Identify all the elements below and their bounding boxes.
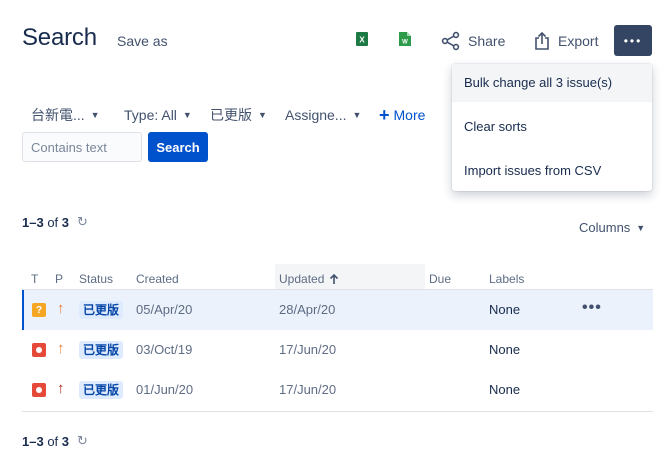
- priority-medium-icon: ↑: [57, 340, 65, 357]
- excel-icon[interactable]: X: [355, 31, 369, 47]
- column-header-labels[interactable]: Labels: [489, 270, 524, 288]
- status-badge: 已更版: [79, 341, 124, 359]
- more-filters-label: More: [393, 107, 426, 123]
- filter-assignee[interactable]: Assigne... ▼: [285, 105, 361, 125]
- menu-item-clear-sorts[interactable]: Clear sorts: [452, 108, 652, 146]
- share-button[interactable]: Share: [441, 29, 505, 53]
- results-of: of: [47, 214, 59, 230]
- divider: [22, 411, 653, 412]
- results-count: 1–3 of 3 ↻: [22, 214, 88, 230]
- columns-button[interactable]: Columns ▼: [579, 220, 645, 235]
- filter-status-label: 已更版: [210, 107, 252, 123]
- column-header-priority[interactable]: P: [55, 270, 63, 288]
- priority-high-icon: ↑: [57, 380, 65, 397]
- more-icon: •••: [623, 33, 643, 48]
- sort-ascending-icon: [330, 273, 339, 284]
- filter-type[interactable]: Type: All ▼: [124, 105, 192, 125]
- share-icon: [441, 31, 460, 51]
- column-header-created[interactable]: Created: [136, 270, 179, 288]
- chevron-down-icon: ▼: [90, 110, 100, 120]
- refresh-icon[interactable]: ↻: [77, 214, 88, 230]
- word-icon[interactable]: W: [398, 31, 412, 47]
- results-total: 3: [61, 433, 70, 449]
- export-button[interactable]: Export: [533, 29, 598, 53]
- menu-item-import-csv[interactable]: Import issues from CSV: [452, 152, 652, 190]
- column-header-updated[interactable]: Updated: [279, 270, 339, 288]
- labels-cell: None: [489, 342, 521, 357]
- results-count-bottom: 1–3 of 3 ↻: [22, 433, 88, 449]
- plus-icon: +: [379, 105, 390, 125]
- updated-date: 28/Apr/20: [279, 302, 336, 317]
- bug-type-icon: [32, 383, 46, 397]
- search-input[interactable]: [22, 132, 142, 162]
- menu-item-bulk-change[interactable]: Bulk change all 3 issue(s): [452, 64, 652, 102]
- question-type-icon: ?: [32, 303, 46, 317]
- chevron-down-icon: ▼: [352, 110, 362, 120]
- more-actions-menu: Bulk change all 3 issue(s) Clear sorts I…: [452, 64, 652, 191]
- created-date: 01/Jun/20: [136, 382, 194, 397]
- save-as-button[interactable]: Save as: [117, 33, 168, 49]
- results-of: of: [47, 433, 59, 449]
- filter-project[interactable]: 台新電... ▼: [31, 105, 100, 125]
- more-filters-button[interactable]: + More: [379, 105, 425, 125]
- export-label: Export: [558, 33, 599, 49]
- filter-type-label: Type: All: [124, 107, 177, 123]
- priority-medium-icon: ↑: [57, 300, 65, 317]
- labels-cell: None: [489, 302, 521, 317]
- filter-project-label: 台新電...: [31, 107, 85, 123]
- filter-assignee-label: Assigne...: [285, 107, 347, 123]
- column-header-due[interactable]: Due: [429, 270, 451, 288]
- column-header-status[interactable]: Status: [79, 270, 113, 288]
- updated-date: 17/Jun/20: [279, 342, 337, 357]
- bug-type-icon: [32, 343, 46, 357]
- refresh-icon[interactable]: ↻: [77, 433, 88, 449]
- selected-row-indicator: [22, 290, 24, 330]
- export-icon: [535, 31, 549, 50]
- results-range: 1–3: [22, 214, 44, 230]
- filter-status[interactable]: 已更版 ▼: [210, 105, 267, 125]
- chevron-down-icon: ▼: [258, 110, 267, 120]
- chevron-down-icon: ▼: [636, 222, 646, 233]
- results-range: 1–3: [22, 433, 44, 449]
- created-date: 05/Apr/20: [136, 302, 193, 317]
- row-actions-button[interactable]: •••: [582, 299, 602, 317]
- column-header-updated-label: Updated: [279, 272, 325, 286]
- column-header-type[interactable]: T: [31, 270, 38, 288]
- status-badge: 已更版: [79, 301, 124, 319]
- page-title: Search: [22, 24, 97, 51]
- svg-text:X: X: [359, 36, 365, 45]
- chevron-down-icon: ▼: [182, 110, 192, 120]
- labels-cell: None: [489, 382, 521, 397]
- more-actions-button[interactable]: •••: [614, 25, 652, 56]
- results-total: 3: [61, 214, 70, 230]
- status-badge: 已更版: [79, 381, 124, 399]
- share-label: Share: [468, 33, 506, 49]
- created-date: 03/Oct/19: [136, 342, 193, 357]
- updated-date: 17/Jun/20: [279, 382, 337, 397]
- svg-text:W: W: [402, 40, 408, 46]
- columns-label: Columns: [579, 220, 631, 235]
- search-button[interactable]: Search: [148, 132, 208, 162]
